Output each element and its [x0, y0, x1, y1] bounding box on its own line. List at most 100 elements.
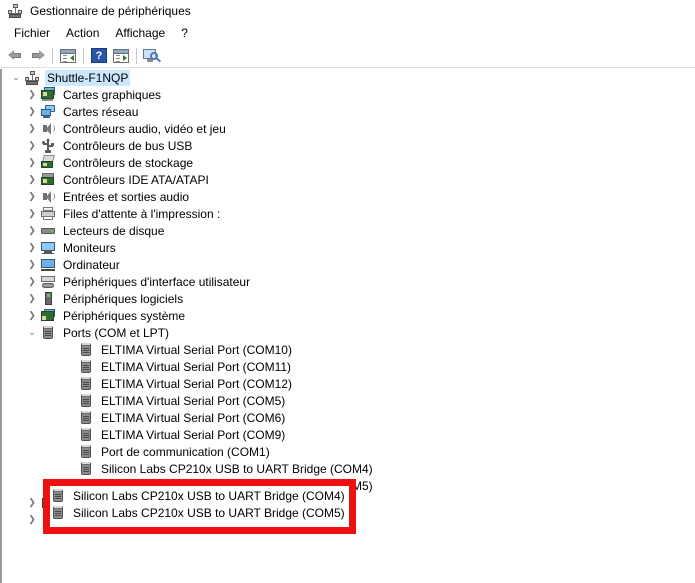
tree-row-com-device[interactable]: Port de communication (COM1)	[2, 443, 695, 460]
tree-row-audio-video-game-controllers[interactable]: ❯ Contrôleurs audio, vidéo et jeu	[2, 120, 695, 137]
tree-row-storage-controllers[interactable]: ❯ Contrôleurs de stockage	[2, 154, 695, 171]
tree-item-label: Périphériques logiciels	[63, 291, 184, 306]
software-device-icon	[40, 291, 56, 307]
com-device-label: Silicon Labs CP210x USB to UART Bridge (…	[101, 478, 373, 493]
console-tree-icon	[60, 48, 76, 63]
com-device-label: ELTIMA Virtual Serial Port (COM6)	[101, 410, 286, 425]
chevron-right-icon[interactable]: ❯	[24, 274, 40, 290]
tree-item-label: Cartes graphiques	[63, 87, 162, 102]
audio-controller-icon	[40, 121, 56, 137]
tree-row-com-device[interactable]: ELTIMA Virtual Serial Port (COM10)	[2, 341, 695, 358]
scan-hardware-changes-button[interactable]	[141, 45, 163, 67]
properties-button[interactable]	[110, 45, 132, 67]
tree-item-label: Contrôleurs audio, vidéo et jeu	[63, 121, 226, 136]
toolbar: ?	[0, 44, 695, 68]
chevron-right-icon[interactable]: ❯	[24, 308, 40, 324]
chevron-right-icon[interactable]: ❯	[24, 240, 40, 256]
tree-row-software-devices[interactable]: ❯ Périphériques logiciels	[2, 290, 695, 307]
com-device-label: Port de communication (COM1)	[101, 444, 270, 459]
com-port-icon	[78, 376, 94, 392]
tree-row-ports-com-lpt[interactable]: ⌄ Ports (COM et LPT)	[2, 324, 695, 341]
tree-item-label: Moniteurs	[63, 240, 116, 255]
chevron-right-icon[interactable]: ❯	[24, 495, 40, 511]
chevron-down-icon[interactable]: ⌄	[8, 70, 24, 86]
tree-item-label: Ports (COM et LPT)	[63, 325, 170, 340]
menu-action[interactable]: Action	[58, 24, 107, 42]
print-queue-icon	[40, 206, 56, 222]
com-port-icon	[78, 461, 94, 477]
tree-row-audio-inputs-outputs[interactable]: ❯ Entrées et sorties audio	[2, 188, 695, 205]
tree-item-label: Lecteurs de disque	[63, 223, 165, 238]
com-port-icon	[78, 410, 94, 426]
tree-row-com-device[interactable]: Silicon Labs CP210x USB to UART Bridge (…	[2, 477, 695, 494]
chevron-right-icon[interactable]: ❯	[24, 155, 40, 171]
tree-row-print-queues[interactable]: ❯ Files d'attente à l'impression :	[2, 205, 695, 222]
tree-row-com-device[interactable]: Silicon Labs CP210x USB to UART Bridge (…	[2, 460, 695, 477]
window-title: Gestionnaire de périphériques	[30, 4, 191, 18]
tree-row-com-device[interactable]: ELTIMA Virtual Serial Port (COM12)	[2, 375, 695, 392]
tree-row-monitors[interactable]: ❯ Moniteurs	[2, 239, 695, 256]
tree-root-label: Shuttle-F1NQP	[45, 69, 131, 86]
tree-row-processors[interactable]: ❯ Processeurs	[2, 494, 695, 511]
chevron-right-icon[interactable]: ❯	[24, 206, 40, 222]
chevron-right-icon[interactable]: ❯	[24, 104, 40, 120]
chevron-right-icon[interactable]: ❯	[24, 257, 40, 273]
computer-icon	[40, 257, 56, 273]
tree-row-com-device[interactable]: ELTIMA Virtual Serial Port (COM9)	[2, 426, 695, 443]
tree-item-label: Contrôleurs de stockage	[63, 155, 194, 170]
chevron-right-icon[interactable]: ❯	[24, 291, 40, 307]
tree-row-com-device[interactable]: ELTIMA Virtual Serial Port (COM11)	[2, 358, 695, 375]
chevron-right-icon[interactable]: ❯	[24, 138, 40, 154]
tree-row-human-interface-devices[interactable]: ❯ Périphériques d'interface utilisateur	[2, 273, 695, 290]
toolbar-separator	[52, 47, 53, 64]
tree-row-root[interactable]: ⌄ Shuttle-F1NQP	[2, 69, 695, 86]
menu-fichier[interactable]: Fichier	[6, 24, 58, 42]
menu-bar: Fichier Action Affichage ?	[0, 22, 695, 44]
chevron-right-icon[interactable]: ❯	[24, 172, 40, 188]
chevron-right-icon[interactable]: ❯	[24, 189, 40, 205]
tree-row-computer[interactable]: ❯ Ordinateur	[2, 256, 695, 273]
tree-row-disk-drives[interactable]: ❯ Lecteurs de disque	[2, 222, 695, 239]
tree-item-label: Contrôleurs IDE ATA/ATAPI	[63, 172, 209, 187]
help-question-icon: ?	[91, 48, 107, 63]
toolbar-separator	[136, 47, 137, 64]
com-device-label: ELTIMA Virtual Serial Port (COM10)	[101, 342, 292, 357]
tree-row-mice-pointing-devices[interactable]: ❯ Souris et autres périphériques de poin…	[2, 511, 695, 528]
chevron-down-icon[interactable]: ⌄	[24, 325, 40, 341]
menu-help[interactable]: ?	[173, 24, 196, 42]
tree-row-ide-ata-atapi-controllers[interactable]: ❯ Contrôleurs IDE ATA/ATAPI	[2, 171, 695, 188]
tree-row-com-device[interactable]: ELTIMA Virtual Serial Port (COM6)	[2, 409, 695, 426]
tree-row-system-devices[interactable]: ❯ Périphériques système	[2, 307, 695, 324]
chevron-right-icon[interactable]: ❯	[24, 223, 40, 239]
tree-item-label: Cartes réseau	[63, 104, 139, 119]
com-device-label: ELTIMA Virtual Serial Port (COM12)	[101, 376, 292, 391]
window-titlebar: Gestionnaire de périphériques	[0, 0, 695, 22]
forward-button[interactable]	[26, 45, 48, 67]
chevron-right-icon[interactable]: ❯	[24, 87, 40, 103]
back-button[interactable]	[4, 45, 26, 67]
tree-item-label: Processeurs	[63, 495, 130, 510]
tree-row-network-adapters[interactable]: ❯ Cartes réseau	[2, 103, 695, 120]
tree-row-com-device[interactable]: ELTIMA Virtual Serial Port (COM5)	[2, 392, 695, 409]
com-device-label: ELTIMA Virtual Serial Port (COM11)	[101, 359, 292, 374]
com-port-icon	[78, 444, 94, 460]
properties-icon	[113, 48, 129, 63]
hid-device-icon	[40, 274, 56, 290]
tree-item-label: Contrôleurs de bus USB	[63, 138, 193, 153]
show-hide-console-tree-button[interactable]	[57, 45, 79, 67]
com-port-icon	[78, 393, 94, 409]
com-device-label: Silicon Labs CP210x USB to UART Bridge (…	[101, 461, 373, 476]
tree-row-display-adapters[interactable]: ❯ Cartes graphiques	[2, 86, 695, 103]
system-device-icon	[40, 308, 56, 324]
tree-item-label: Entrées et sorties audio	[63, 189, 190, 204]
menu-affichage[interactable]: Affichage	[107, 24, 173, 42]
arrow-left-icon	[7, 50, 23, 61]
chevron-right-icon[interactable]: ❯	[24, 512, 40, 528]
tree-row-usb-controllers[interactable]: ❯ Contrôleurs de bus USB	[2, 137, 695, 154]
ide-controller-icon	[40, 172, 56, 188]
display-adapter-icon	[40, 86, 56, 103]
chevron-right-icon[interactable]: ❯	[24, 121, 40, 137]
tree-item-label: Ordinateur	[63, 257, 120, 272]
device-tree-pane[interactable]: ⌄ Shuttle-F1NQP ❯ Cartes graphiques ❯ Ca…	[0, 69, 695, 583]
help-button[interactable]: ?	[88, 45, 110, 67]
